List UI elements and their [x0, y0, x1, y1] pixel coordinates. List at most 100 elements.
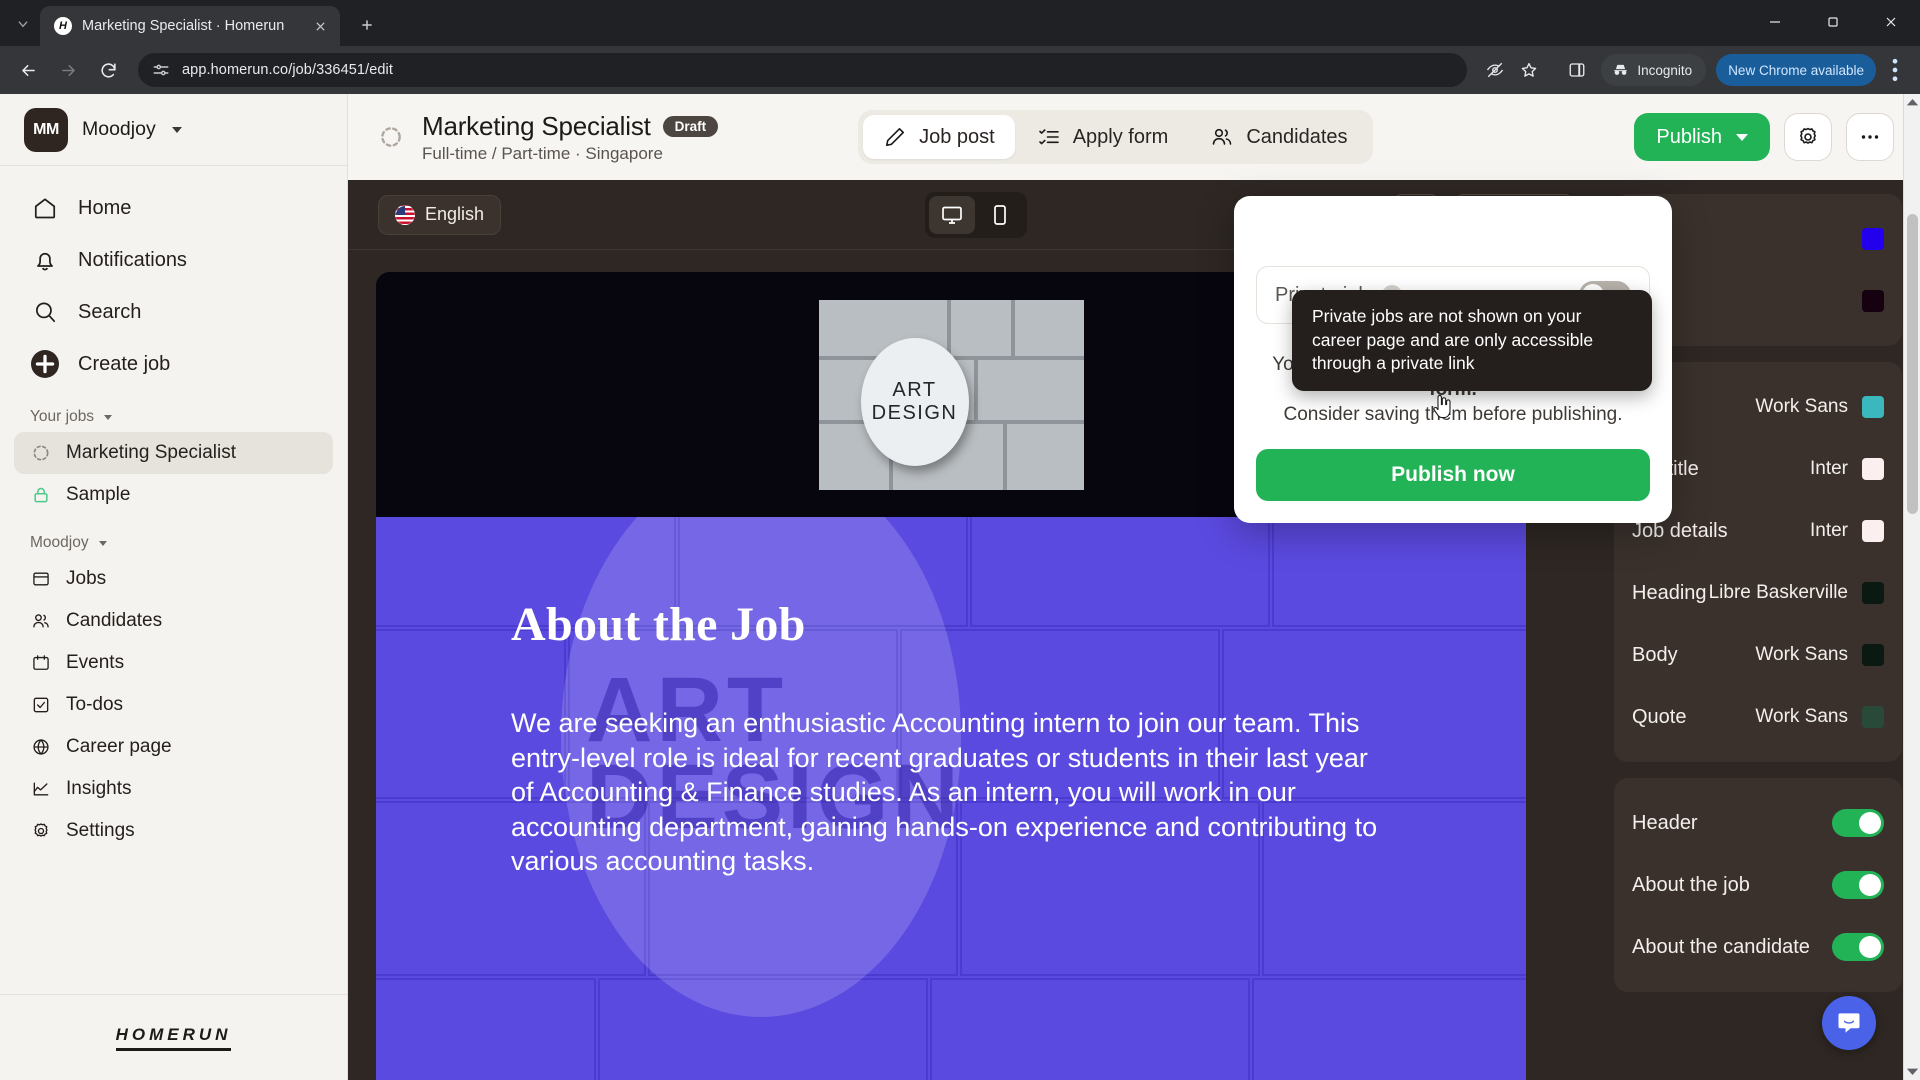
sidebar-item-label: Insights [66, 778, 132, 799]
font-row-value: Libre Baskerville [1708, 582, 1848, 603]
hero-logo-badge: ART DESIGN [860, 337, 969, 466]
font-row-label: Quote [1632, 705, 1687, 728]
sidebar-job-sample[interactable]: Sample [14, 474, 333, 516]
publish-button[interactable]: Publish [1634, 113, 1770, 161]
workspace-label: Moodjoy [30, 534, 89, 551]
bookmark-button[interactable] [1513, 54, 1545, 86]
sidebar-item-todos[interactable]: To-dos [14, 684, 333, 726]
sidebar-item-settings[interactable]: Settings [14, 810, 333, 852]
favicon: H [54, 17, 72, 35]
section-toggle[interactable] [1832, 809, 1884, 837]
sidebar-item-home[interactable]: Home [14, 182, 333, 234]
job-meta: Marketing Specialist Draft Full-time / P… [422, 110, 719, 164]
workspace-group-header[interactable]: Moodjoy [0, 516, 347, 558]
chrome-update-button[interactable]: New Chrome available [1716, 54, 1876, 86]
reload-button[interactable] [90, 52, 126, 88]
close-window-button[interactable] [1862, 0, 1920, 44]
sidebar-job-marketing-specialist[interactable]: Marketing Specialist [14, 432, 333, 474]
section-row-label: Header [1632, 811, 1698, 834]
section-row-header[interactable]: Header [1632, 792, 1884, 854]
sidebar-item-career-page[interactable]: Career page [14, 726, 333, 768]
tab-job-post[interactable]: Job post [863, 115, 1015, 159]
eye-off-icon [1487, 62, 1504, 78]
font-row-body[interactable]: Body Work Sans [1632, 624, 1884, 686]
font-row-value: Work Sans [1755, 644, 1848, 665]
tracking-protection-button[interactable] [1479, 54, 1511, 86]
publish-now-button[interactable]: Publish now [1256, 449, 1650, 502]
your-jobs-group-header[interactable]: Your jobs [0, 390, 347, 432]
scroll-up-arrow[interactable] [1904, 94, 1920, 111]
color-swatch[interactable] [1862, 396, 1884, 418]
sidebar-item-insights[interactable]: Insights [14, 768, 333, 810]
tab-close-button[interactable] [310, 16, 330, 36]
section-toggle[interactable] [1832, 871, 1884, 899]
sidebar-item-label: Search [78, 300, 142, 323]
site-settings-icon[interactable] [152, 61, 170, 79]
chart-line-icon [30, 778, 52, 800]
minimize-button[interactable] [1746, 0, 1804, 44]
tab-title: Marketing Specialist · Homerun [82, 18, 285, 34]
sidebar-item-events[interactable]: Events [14, 642, 333, 684]
page-title: Marketing Specialist [422, 110, 651, 141]
more-options-button[interactable] [1845, 113, 1894, 161]
new-tab-button[interactable] [350, 8, 384, 42]
plus-icon [362, 20, 372, 30]
browser-tab[interactable]: H Marketing Specialist · Homerun [40, 6, 340, 46]
device-mobile-button[interactable] [977, 196, 1023, 234]
gear-icon [30, 820, 52, 842]
home-icon [30, 193, 60, 223]
chrome-menu-button[interactable] [1880, 53, 1910, 87]
tab-candidates[interactable]: Candidates [1190, 115, 1367, 159]
browser-toolbar: app.homerun.co/job/336451/edit Incognito… [0, 46, 1920, 94]
url-text: app.homerun.co/job/336451/edit [182, 62, 393, 78]
tab-search-button[interactable] [6, 7, 40, 41]
color-swatch[interactable] [1862, 644, 1884, 666]
language-selector[interactable]: English [378, 194, 502, 235]
tab-label: Job post [919, 125, 995, 148]
page-scrollbar[interactable] [1903, 94, 1920, 1080]
intercom-chat-button[interactable] [1822, 996, 1876, 1050]
incognito-indicator[interactable]: Incognito [1601, 54, 1707, 86]
sidebar-job-label: Sample [66, 484, 131, 505]
color-swatch[interactable] [1862, 582, 1884, 604]
sidebar-item-notifications[interactable]: Notifications [14, 234, 333, 286]
scroll-down-arrow[interactable] [1904, 1063, 1920, 1080]
font-row-heading[interactable]: Heading Libre Baskerville [1632, 562, 1884, 624]
reload-icon [100, 62, 116, 78]
homerun-logo: HOMERUN [115, 1025, 232, 1051]
checkbox-icon [30, 694, 52, 716]
font-row-quote[interactable]: Quote Work Sans [1632, 686, 1884, 748]
color-swatch[interactable] [1862, 458, 1884, 480]
scrollbar-thumb[interactable] [1907, 214, 1918, 514]
forward-button[interactable] [50, 52, 86, 88]
section-row-label: About the candidate [1632, 935, 1810, 958]
sidebar-item-jobs[interactable]: Jobs [14, 558, 333, 600]
back-button[interactable] [10, 52, 46, 88]
color-swatch[interactable] [1862, 228, 1884, 250]
sidebar-item-search[interactable]: Search [14, 286, 333, 338]
device-desktop-button[interactable] [929, 195, 975, 234]
section-row-about-the-candidate[interactable]: About the candidate [1632, 916, 1884, 978]
chrome-update-label: New Chrome available [1728, 62, 1864, 78]
sidebar-item-candidates[interactable]: Candidates [14, 600, 333, 642]
draft-circle-icon [30, 442, 52, 464]
sidebar-item-label: Settings [66, 820, 135, 841]
window-controls [1746, 0, 1920, 44]
globe-icon [30, 736, 52, 758]
font-row-value: Work Sans [1755, 396, 1848, 417]
search-icon [30, 297, 60, 327]
settings-button[interactable] [1783, 113, 1832, 161]
address-bar[interactable]: app.homerun.co/job/336451/edit [138, 53, 1468, 87]
color-swatch[interactable] [1862, 290, 1884, 312]
side-panel-button[interactable] [1561, 54, 1593, 86]
color-swatch[interactable] [1862, 520, 1884, 542]
section-toggle[interactable] [1832, 933, 1884, 961]
sections-card: Header About the job About the candidate [1614, 778, 1902, 992]
sidebar-item-create-job[interactable]: Create job [14, 338, 333, 390]
tab-apply-form[interactable]: Apply form [1017, 115, 1189, 159]
section-row-about-the-job[interactable]: About the job [1632, 854, 1884, 916]
org-switcher[interactable]: MM Moodjoy [0, 94, 347, 166]
chevron-down-icon [104, 414, 113, 420]
maximize-button[interactable] [1804, 0, 1862, 44]
color-swatch[interactable] [1862, 706, 1884, 728]
